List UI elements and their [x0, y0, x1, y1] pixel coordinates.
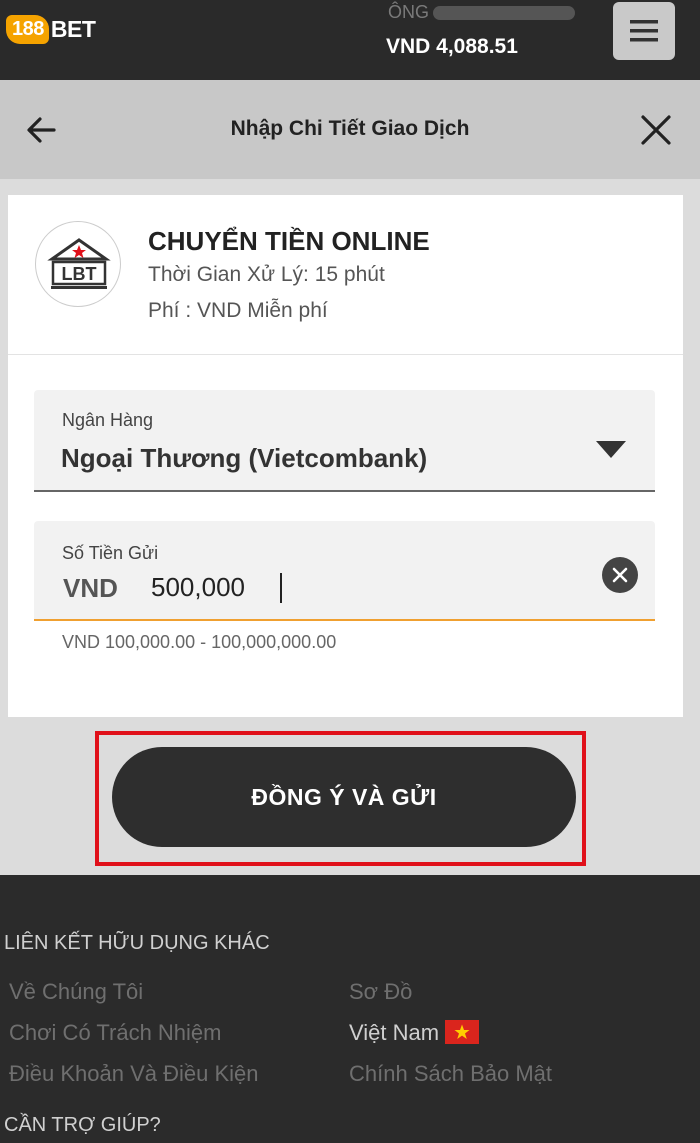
language-label: Việt Nam — [349, 1020, 440, 1045]
text-caret — [280, 573, 282, 603]
amount-range-hint: VND 100,000.00 - 100,000,000.00 — [62, 632, 337, 652]
processing-time: Thời Gian Xử Lý: 15 phút — [148, 263, 385, 286]
brand-logo[interactable]: 188 BET — [6, 10, 96, 48]
user-name: ÔNG — [388, 2, 576, 23]
user-prefix: ÔNG — [388, 2, 430, 22]
footer-link-terms[interactable]: Điều Khoản Và Điều Kiện — [9, 1061, 259, 1087]
vietnam-flag-icon — [445, 1020, 480, 1044]
footer-links-heading: LIÊN KẾT HỮU DỤNG KHÁC — [4, 932, 270, 954]
lbt-bank-icon: LBT — [47, 238, 111, 289]
fee-text: Phí : VND Miễn phí — [148, 299, 328, 322]
account-balance: VND 4,088.51 — [386, 35, 518, 58]
footer: LIÊN KẾT HỮU DỤNG KHÁC Về Chúng Tôi Sơ Đ… — [0, 875, 700, 1143]
footer-link-sitemap[interactable]: Sơ Đồ — [349, 979, 412, 1005]
logo-lbt-text: LBT — [62, 264, 97, 284]
bank-logo: LBT — [35, 221, 121, 307]
logo-text: BET — [50, 15, 96, 42]
amount-input[interactable] — [151, 569, 451, 605]
deposit-card: LBT CHUYỂN TIỀN ONLINE Thời Gian Xử Lý: … — [8, 195, 683, 717]
close-button[interactable] — [636, 110, 676, 150]
dropdown-arrow-icon — [596, 441, 626, 458]
footer-link-about[interactable]: Về Chúng Tôi — [9, 979, 143, 1005]
bank-value: Ngoại Thương (Vietcombank) — [61, 443, 428, 473]
footer-link-privacy[interactable]: Chính Sách Bảo Mật — [349, 1061, 552, 1087]
amount-field: Số Tiền Gửi VND — [34, 521, 655, 621]
redacted-username — [433, 6, 576, 21]
submit-button[interactable]: ĐỒNG Ý VÀ GỬI — [112, 747, 576, 847]
top-header: 188 BET ÔNG VND 4,088.51 — [0, 0, 700, 80]
method-name: CHUYỂN TIỀN ONLINE — [148, 226, 430, 256]
clear-amount-button[interactable] — [602, 557, 638, 593]
language-selector[interactable]: Việt Nam — [349, 1020, 480, 1046]
menu-button[interactable] — [613, 2, 675, 60]
footer-help-heading: CẦN TRỢ GIÚP? — [4, 1114, 161, 1136]
amount-label: Số Tiền Gửi — [62, 543, 159, 563]
page-title-bar: Nhập Chi Tiết Giao Dịch — [0, 80, 700, 179]
bank-select[interactable]: Ngân Hàng Ngoại Thương (Vietcombank) — [34, 390, 655, 492]
currency-label: VND — [63, 573, 118, 603]
page-title: Nhập Chi Tiết Giao Dịch — [230, 117, 470, 140]
hamburger-icon — [630, 20, 658, 42]
bank-label: Ngân Hàng — [62, 410, 154, 430]
logo-number: 188 — [6, 14, 49, 44]
payment-method: LBT CHUYỂN TIỀN ONLINE Thời Gian Xử Lý: … — [8, 195, 683, 355]
clear-icon — [612, 567, 628, 583]
close-icon — [641, 115, 671, 145]
footer-link-responsible[interactable]: Chơi Có Trách Nhiệm — [9, 1020, 222, 1046]
